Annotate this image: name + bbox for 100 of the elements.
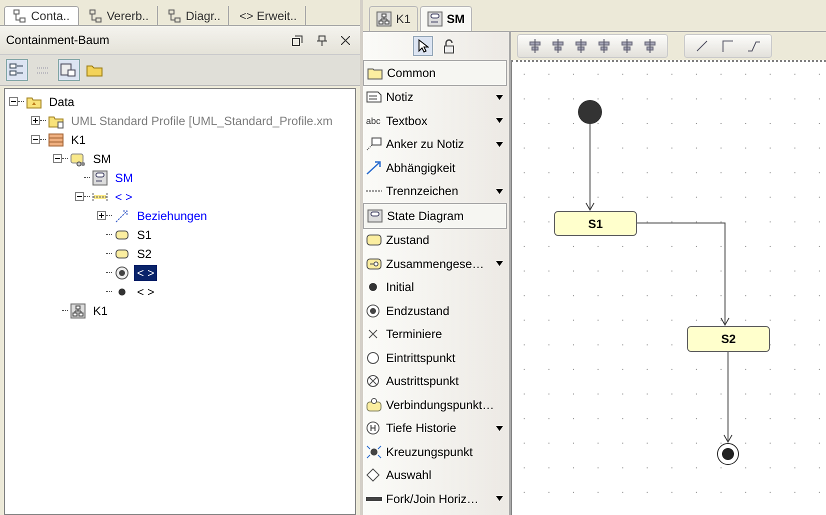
tree-item[interactable]: S2 [134, 246, 155, 262]
anchor-icon [366, 137, 382, 152]
tree-icon [13, 9, 27, 23]
tree-icon [88, 8, 103, 22]
relations-icon [114, 208, 130, 224]
tree-item[interactable]: SM [112, 170, 136, 186]
class-icon [48, 132, 64, 148]
palette-item[interactable]: Endzustand [363, 299, 509, 322]
classdiagram-icon [70, 302, 86, 318]
tree-item[interactable]: < > [112, 188, 136, 204]
palette-item[interactable]: Zusammengese… [363, 252, 509, 276]
dropdown-arrow-icon[interactable] [496, 94, 503, 100]
palette-group[interactable]: Common [363, 60, 507, 86]
line-icon[interactable] [747, 39, 761, 53]
align-icon[interactable] [574, 39, 588, 53]
restore-icon[interactable] [292, 34, 303, 46]
palette-item[interactable]: Eintrittspunkt [363, 346, 509, 370]
panel-tab[interactable]: Vererb.. [80, 6, 158, 25]
initial-node [578, 100, 602, 124]
line-icon[interactable] [695, 39, 709, 53]
palette-item[interactable]: Tiefe Historie [363, 416, 509, 440]
junction-icon [366, 444, 382, 459]
expander-icon[interactable] [31, 135, 40, 144]
align-icon[interactable] [528, 39, 542, 53]
dotted-lines-icon [37, 66, 49, 74]
final-node [717, 443, 739, 465]
dropdown-arrow-icon[interactable] [496, 426, 503, 431]
note-icon [366, 90, 382, 104]
palette-item[interactable]: Abhängigkeit [363, 156, 509, 180]
class-diagram-icon [376, 11, 392, 27]
dropdown-arrow-icon[interactable] [496, 496, 503, 502]
tree-item[interactable]: S1 [134, 226, 155, 242]
tree-item[interactable]: < > [134, 264, 158, 280]
group-icon [367, 66, 383, 80]
connection-icon [366, 398, 382, 412]
pointer-tool[interactable] [413, 36, 433, 56]
palette-item[interactable]: Fork/Join Horiz… [363, 487, 509, 510]
toolbar-button[interactable] [58, 59, 80, 81]
expander-icon[interactable] [9, 97, 18, 106]
palette-item[interactable]: Zustand [363, 228, 509, 252]
palette-item[interactable]: abc Textbox [363, 109, 509, 132]
palette-item[interactable]: Notiz [363, 86, 509, 109]
panel-tab[interactable]: Conta.. [4, 6, 79, 25]
close-icon[interactable] [341, 36, 350, 44]
palette-item[interactable]: Verbindungspunkt… [363, 393, 509, 416]
tree-item[interactable]: UML Standard Profile [UML_Standard_Profile.xm [68, 112, 336, 128]
list-icon [9, 62, 25, 78]
diagram-tab[interactable]: K1 [369, 6, 418, 31]
tree-icon [168, 8, 182, 22]
window-icon [60, 62, 78, 78]
panel-tab[interactable]: Diagr.. [160, 6, 230, 25]
textbox-icon: abc [366, 116, 382, 126]
history-icon [366, 421, 382, 436]
toolbar-button[interactable] [6, 59, 28, 81]
tree-item[interactable]: < > [134, 284, 158, 300]
align-icon[interactable] [643, 39, 657, 53]
dropdown-arrow-icon[interactable] [496, 188, 503, 194]
palette-item[interactable]: Initial [363, 276, 509, 299]
expander-icon[interactable] [75, 192, 84, 201]
statemachine-icon [70, 150, 86, 166]
dropdown-arrow-icon[interactable] [496, 142, 503, 147]
diagram-icon [92, 170, 108, 186]
dependency-icon [366, 160, 382, 175]
palette-item[interactable]: Trennzeichen [363, 180, 509, 203]
panel-tab[interactable]: <> Erweit.. [231, 6, 306, 25]
tree-item[interactable]: Data [46, 94, 78, 110]
expander-icon[interactable] [97, 211, 106, 220]
expander-icon[interactable] [53, 154, 62, 163]
palette-item[interactable]: Austrittspunkt [363, 370, 509, 393]
group-icon [367, 208, 383, 223]
composite-icon [366, 256, 382, 271]
state-icon [366, 233, 382, 248]
palette-group[interactable]: State Diagram [363, 203, 507, 228]
tree-item[interactable]: Beziehungen [134, 208, 210, 224]
line-icon[interactable] [721, 39, 735, 53]
state-node: S1 [554, 211, 637, 236]
tree-item[interactable]: SM [90, 150, 114, 166]
align-icon[interactable] [551, 39, 565, 53]
dropdown-arrow-icon[interactable] [496, 261, 503, 266]
final-icon [366, 304, 382, 318]
palette-item[interactable]: Terminiere [363, 322, 509, 346]
panel-title: Containment-Baum [6, 33, 110, 47]
entry-icon [366, 350, 382, 365]
tree-item[interactable]: K1 [90, 302, 111, 318]
exit-icon [366, 374, 382, 388]
dropdown-arrow-icon[interactable] [496, 118, 503, 124]
separator-icon [366, 190, 382, 192]
align-icon[interactable] [597, 39, 611, 53]
palette-item[interactable]: Kreuzungspunkt [363, 440, 509, 464]
diagram-tab[interactable]: SM [420, 6, 472, 31]
state-diagram-icon [426, 11, 443, 27]
palette-item[interactable]: Auswahl [363, 464, 509, 487]
align-icon[interactable] [620, 39, 634, 53]
tree-item[interactable]: K1 [68, 132, 89, 148]
final-icon [114, 264, 130, 280]
expander-icon[interactable] [31, 116, 40, 125]
choice-icon [366, 468, 382, 482]
state-node: S2 [687, 326, 770, 352]
pin-icon[interactable] [317, 34, 327, 46]
palette-item[interactable]: Anker zu Notiz [363, 132, 509, 156]
